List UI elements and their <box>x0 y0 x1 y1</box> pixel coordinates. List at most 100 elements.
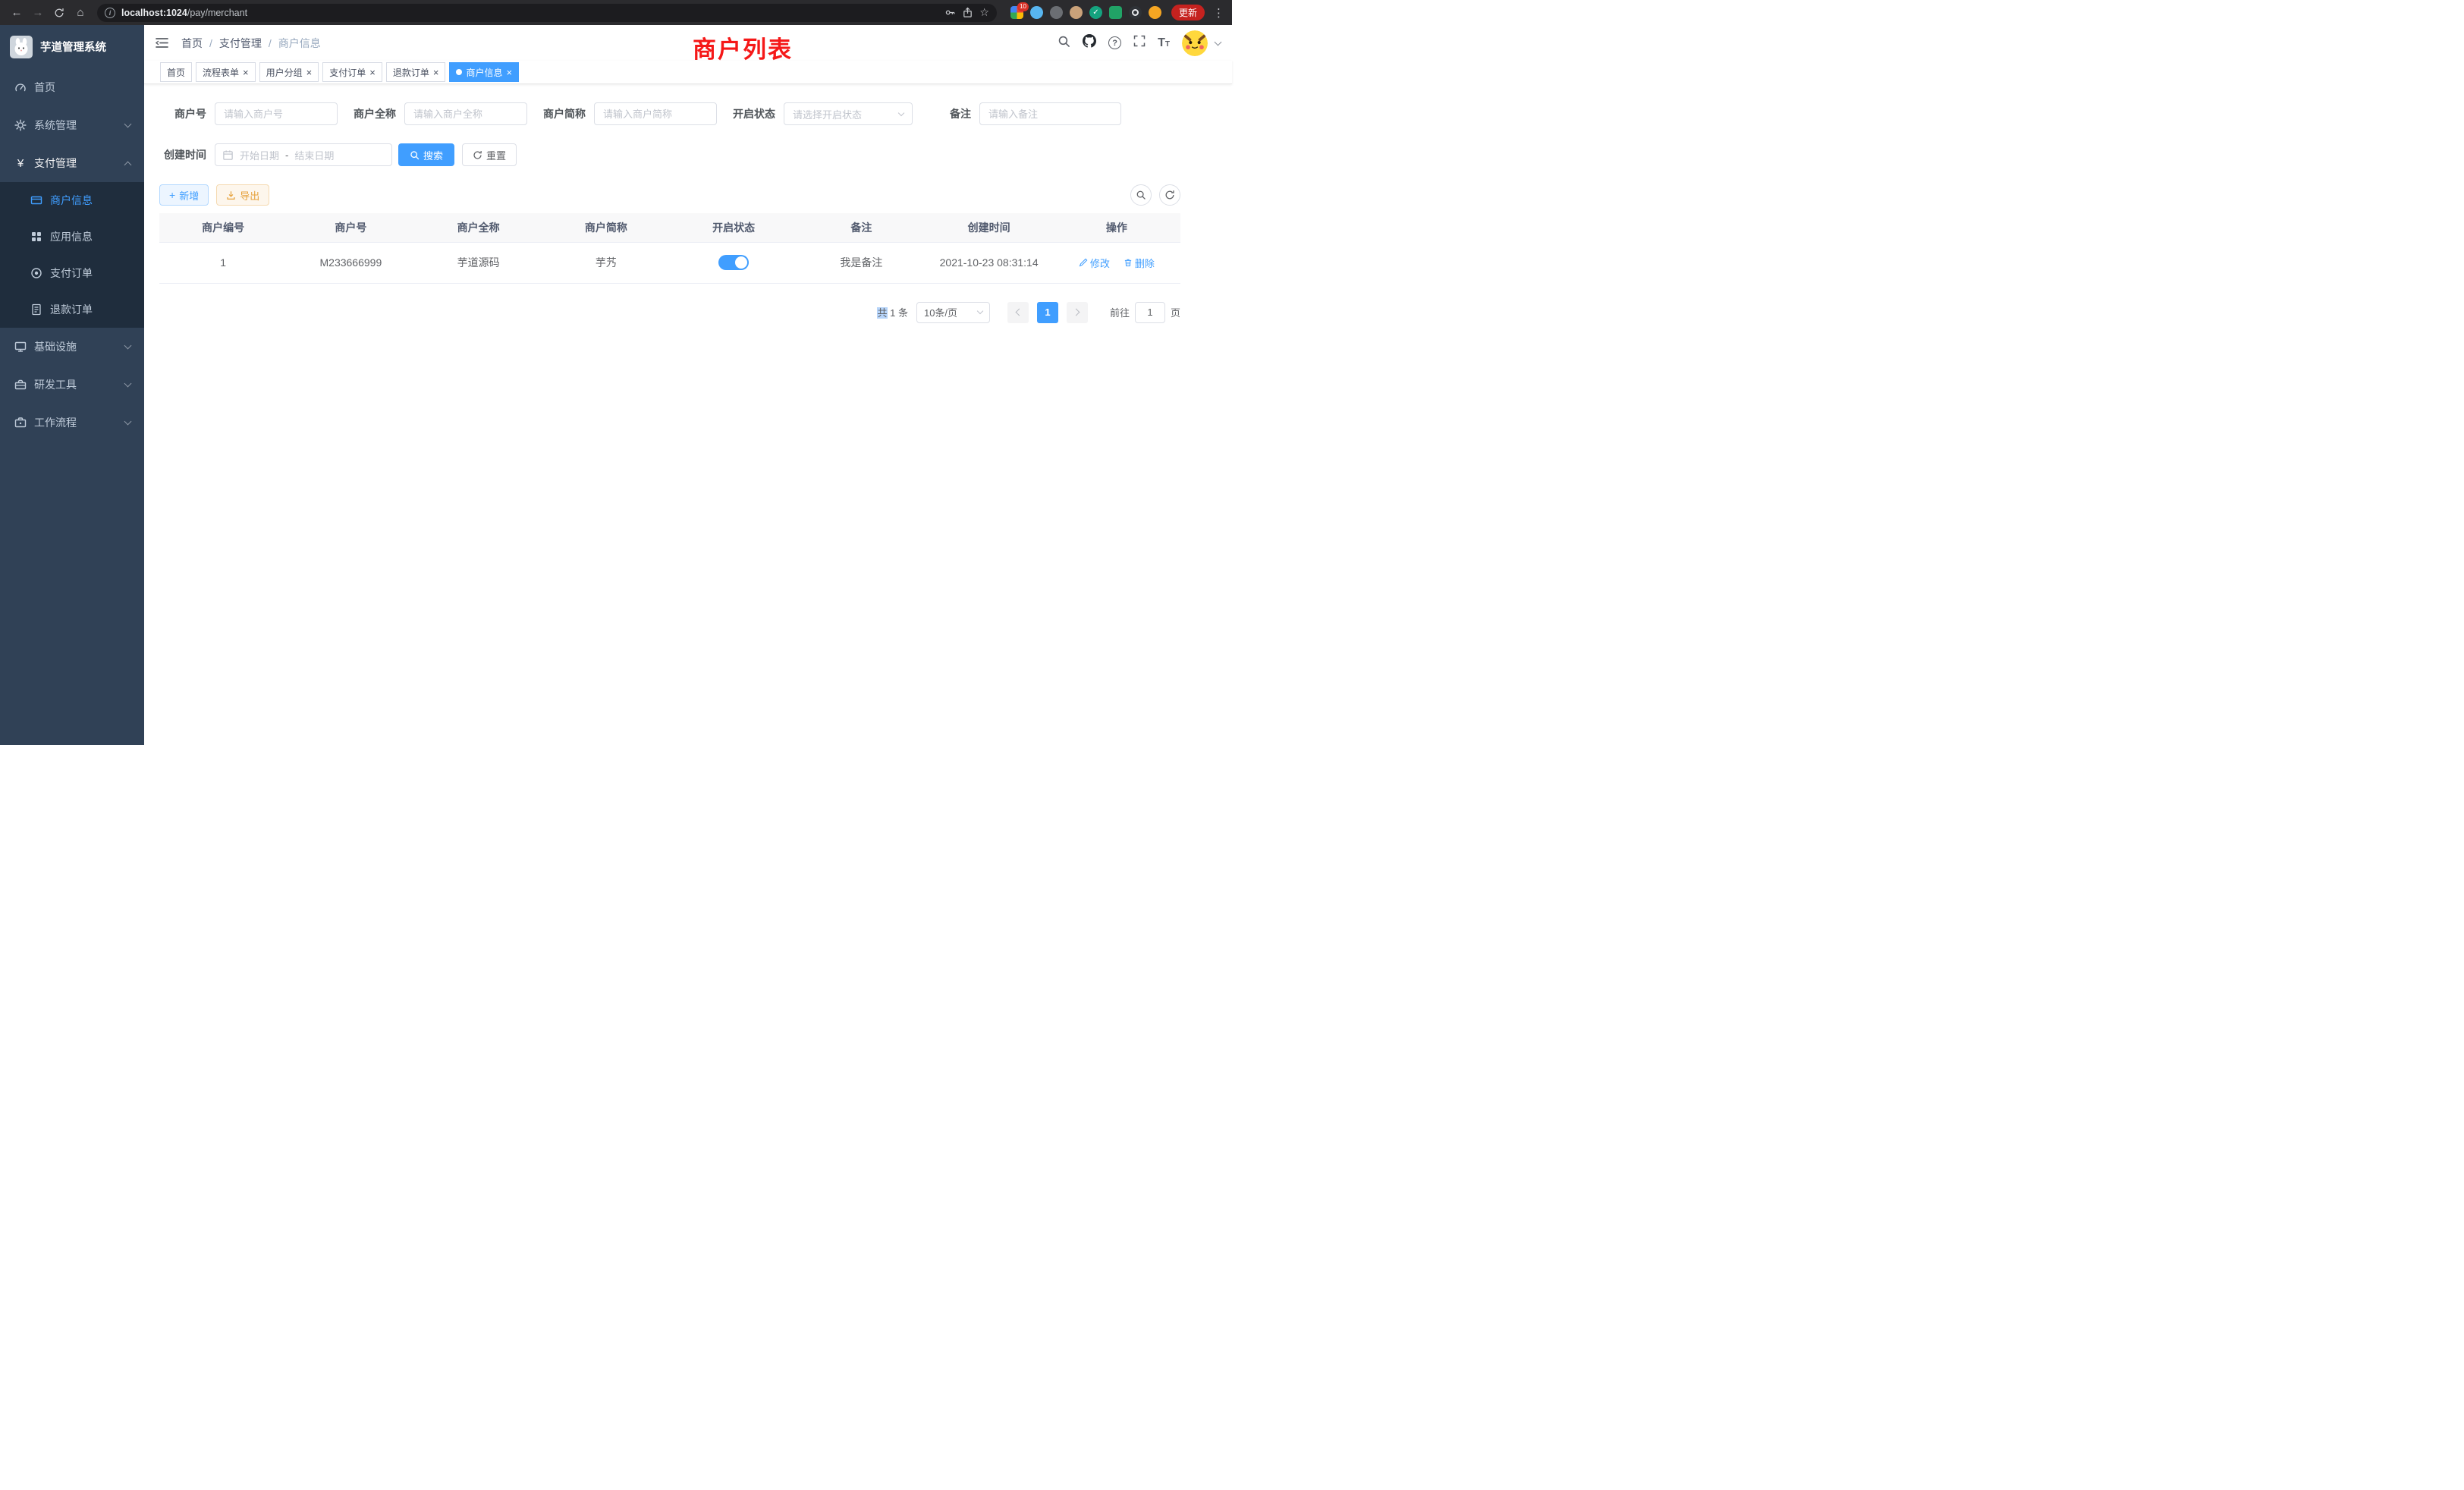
payment-submenu: 商户信息 应用信息 支付订单 退款订单 <box>0 182 144 328</box>
extension-doc-icon[interactable] <box>1109 6 1122 19</box>
search-button-label: 搜索 <box>423 148 443 162</box>
bookmark-star-icon[interactable]: ☆ <box>979 6 989 19</box>
sidebar-item-home[interactable]: 首页 <box>0 68 144 106</box>
tab-close-icon[interactable]: × <box>243 68 249 77</box>
pencil-icon <box>1079 258 1088 267</box>
filter-row-1: 商户号 商户全称 商户简称 开启状态 请选择开启状态 <box>159 102 1217 125</box>
reset-button[interactable]: 重置 <box>462 143 517 166</box>
user-avatar[interactable] <box>1182 30 1208 56</box>
status-select[interactable]: 请选择开启状态 <box>784 102 913 125</box>
tab-merchant-info[interactable]: 商户信息 × <box>449 62 519 82</box>
col-remark: 备注 <box>797 213 925 242</box>
page-size-value: 10条/页 <box>924 305 957 319</box>
breadcrumb-home[interactable]: 首页 <box>181 36 203 51</box>
create-time-range-picker[interactable]: 开始日期 - 结束日期 <box>215 143 392 166</box>
col-full-name: 商户全称 <box>415 213 542 242</box>
next-page-button[interactable] <box>1067 302 1088 323</box>
browser-update-button[interactable]: 更新 <box>1171 5 1205 20</box>
page-size-select[interactable]: 10条/页 <box>916 302 990 323</box>
pagination-total-highlight: 共 <box>877 307 887 319</box>
toggle-search-button[interactable] <box>1130 184 1152 206</box>
tab-close-icon[interactable]: × <box>506 68 512 77</box>
tab-close-icon[interactable]: × <box>433 68 439 77</box>
tab-close-icon[interactable]: × <box>369 68 376 77</box>
filter-merchant-no: 商户号 <box>159 102 338 125</box>
browser-menu-icon[interactable]: ⋮ <box>1213 6 1224 20</box>
download-icon <box>226 190 236 200</box>
filter-status: 开启状态 请选择开启状态 <box>733 102 913 125</box>
password-key-icon[interactable] <box>944 7 956 18</box>
extension-grid-icon[interactable]: 10 <box>1010 6 1023 19</box>
sidebar-item-devtools[interactable]: 研发工具 <box>0 366 144 404</box>
add-button[interactable]: + 新增 <box>159 184 209 206</box>
search-icon[interactable] <box>1058 35 1070 52</box>
address-bar[interactable]: i localhost:1024/pay/merchant ☆ <box>97 4 997 22</box>
prev-page-button[interactable] <box>1007 302 1029 323</box>
help-icon[interactable]: ? <box>1108 36 1121 49</box>
browser-toolbar: ← → ⌂ i localhost:1024/pay/merchant ☆ 10… <box>0 0 1232 25</box>
reload-icon[interactable] <box>50 6 68 19</box>
back-icon[interactable]: ← <box>8 6 26 19</box>
status-toggle[interactable] <box>718 255 749 270</box>
page-number-1[interactable]: 1 <box>1037 302 1058 323</box>
font-size-icon[interactable]: TT <box>1158 36 1170 50</box>
sidebar-item-infrastructure[interactable]: 基础设施 <box>0 328 144 366</box>
pagination-total: 共 1 条 <box>877 305 907 319</box>
sidebar-item-merchant-info[interactable]: 商户信息 <box>0 182 144 218</box>
tab-close-icon[interactable]: × <box>306 68 313 77</box>
sidebar-item-refund-orders[interactable]: 退款订单 <box>0 291 144 328</box>
extension-drop-icon[interactable] <box>1030 6 1043 19</box>
search-icon <box>1136 190 1146 200</box>
delete-link[interactable]: 删除 <box>1124 256 1155 270</box>
extension-profile-icon[interactable] <box>1070 6 1083 19</box>
tab-user-group[interactable]: 用户分组 × <box>259 62 319 82</box>
sidebar-toggle-icon[interactable] <box>156 37 168 49</box>
sidebar-item-workflow[interactable]: 工作流程 <box>0 404 144 442</box>
site-info-icon[interactable]: i <box>105 8 115 18</box>
user-dropdown-caret[interactable] <box>1215 38 1222 46</box>
extension-check-icon[interactable]: ✓ <box>1089 6 1102 19</box>
search-button[interactable]: 搜索 <box>398 143 454 166</box>
cell-short-name: 芋艿 <box>542 242 670 283</box>
chevron-up-icon <box>124 161 132 168</box>
sidebar-item-system[interactable]: 系统管理 <box>0 106 144 144</box>
tab-refund-orders[interactable]: 退款订单 × <box>386 62 446 82</box>
short-name-input[interactable] <box>594 102 717 125</box>
goto-page-input[interactable] <box>1135 302 1165 323</box>
sidebar-item-payment-orders[interactable]: 支付订单 <box>0 255 144 291</box>
forward-icon[interactable]: → <box>29 6 47 19</box>
refresh-table-button[interactable] <box>1159 184 1180 206</box>
home-icon[interactable]: ⌂ <box>71 6 90 19</box>
tab-payment-orders[interactable]: 支付订单 × <box>322 62 382 82</box>
extension-dark-icon[interactable] <box>1050 6 1063 19</box>
full-name-input[interactable] <box>404 102 527 125</box>
edit-link[interactable]: 修改 <box>1079 256 1110 270</box>
sidebar-item-app-info[interactable]: 应用信息 <box>0 218 144 255</box>
status-label: 开启状态 <box>733 106 775 121</box>
sidebar-item-payment[interactable]: ¥ 支付管理 <box>0 144 144 182</box>
app-logo[interactable]: 芋道管理系统 <box>0 25 144 68</box>
tab-label: 商户信息 <box>466 66 502 79</box>
remark-input[interactable] <box>979 102 1121 125</box>
main-area: 首页 / 支付管理 / 商户信息 商户列表 ? TT <box>144 25 1232 745</box>
merchant-no-input[interactable] <box>215 102 338 125</box>
share-icon[interactable] <box>962 7 973 18</box>
sidebar-item-label: 研发工具 <box>34 377 118 392</box>
export-button[interactable]: 导出 <box>216 184 269 206</box>
fullscreen-icon[interactable] <box>1133 35 1146 51</box>
tab-process-form[interactable]: 流程表单 × <box>196 62 256 82</box>
page-content: 商户号 商户全称 商户简称 开启状态 请选择开启状态 <box>144 84 1232 323</box>
extension-knot-icon[interactable] <box>1129 6 1142 19</box>
end-date-placeholder: 结束日期 <box>294 148 334 162</box>
github-icon[interactable] <box>1083 34 1096 52</box>
breadcrumb-payment[interactable]: 支付管理 <box>219 36 262 51</box>
cell-create-time: 2021-10-23 08:31:14 <box>926 242 1053 283</box>
font-size-big: T <box>1158 36 1165 50</box>
navbar-actions: ? TT <box>1058 30 1221 56</box>
goto-suffix: 页 <box>1171 305 1180 319</box>
extension-smiley-icon[interactable] <box>1149 6 1161 19</box>
calendar-icon <box>222 149 234 161</box>
tab-home[interactable]: 首页 <box>160 62 192 82</box>
chevron-down-icon <box>124 379 132 387</box>
plus-icon: + <box>169 190 175 200</box>
